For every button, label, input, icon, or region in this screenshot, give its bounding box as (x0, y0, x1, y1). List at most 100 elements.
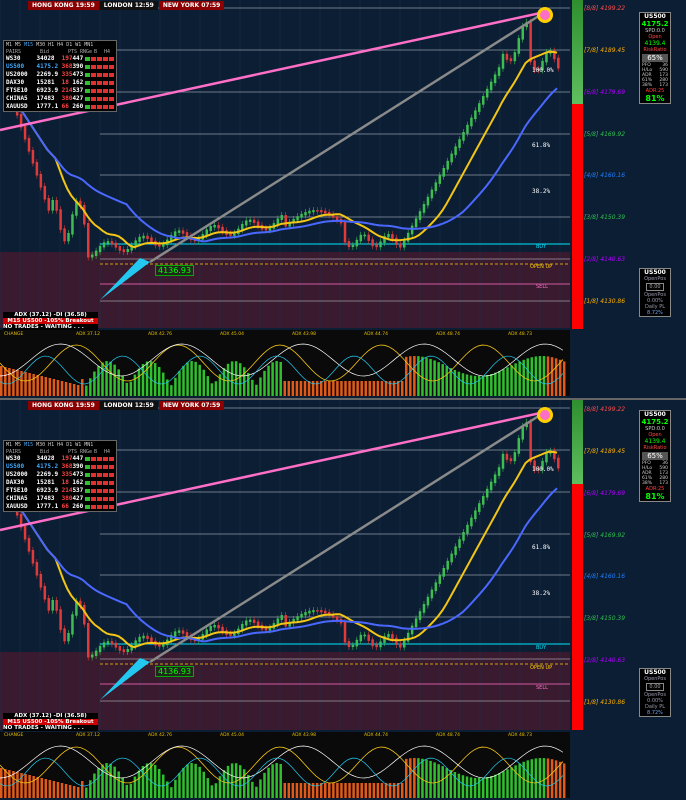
osc-bar (153, 765, 157, 798)
session-new-york-2: NEW YORK 07:59 (158, 401, 225, 410)
trend-bar (85, 89, 90, 93)
candle-body (517, 38, 521, 54)
open-up-label-2: OPEN UP (530, 665, 553, 671)
fib-level-2: [3/8] 4150.39 (584, 615, 625, 622)
fib-price: 4179.69 (600, 89, 626, 96)
quote-row[interactable]: XAUUSD 1777.1 66 260 (4, 103, 116, 111)
osc-bar (68, 785, 72, 798)
candle-body (118, 246, 122, 251)
osc-bar (433, 360, 436, 396)
quote-row[interactable]: WS30 34028 197 447 (4, 55, 116, 63)
pos-open-label-2: OpenPos (644, 676, 666, 682)
timeframe-d1-2[interactable]: D1 (66, 442, 72, 448)
osc-bar (230, 763, 234, 798)
trend-bar (97, 65, 102, 69)
candle-body (359, 234, 363, 242)
candle-body (39, 174, 43, 188)
trend-bar (103, 73, 108, 77)
quote-row-2[interactable]: XAUUSD 1777.1 66 260 (4, 503, 116, 511)
osc-bar (307, 783, 311, 798)
timeframe-m1[interactable]: M1 (6, 42, 12, 48)
candle-body (304, 212, 307, 216)
quote-row[interactable]: CHINA5 17483 380 427 (4, 95, 116, 103)
fib-label: [4/8] (584, 573, 601, 580)
timeframe-h1-2[interactable]: H1 (48, 442, 54, 448)
fib-level: [1/8] 4130.86 (584, 298, 625, 305)
osc-bar (554, 358, 558, 396)
candle-body (399, 243, 402, 248)
quote-row-2[interactable]: FTSE10 6923.9 214 537 (4, 487, 116, 495)
candle-body (35, 562, 39, 576)
quote-row-2[interactable]: DAX30 15281 18 162 (4, 479, 116, 487)
candle-body (529, 21, 532, 63)
quote-row-2[interactable]: CHINA5 17483 380 427 (4, 495, 116, 503)
candle-body (434, 182, 438, 192)
retracement-100-2: 100.0% (532, 466, 554, 473)
timeframe-m15[interactable]: M15 (24, 42, 33, 48)
timeframe-row: M1 M5 M15 M30 H1 H4 D1 W1 MN1 (4, 41, 116, 49)
fib-level: [5/8] 4169.92 (584, 131, 625, 138)
timeframe-mn1[interactable]: MN1 (84, 42, 93, 48)
candle-body (126, 249, 129, 253)
trend-bar (91, 57, 96, 61)
osc-bar (303, 783, 307, 798)
timeframe-m5-2[interactable]: M5 (15, 442, 21, 448)
candle-body (391, 634, 394, 640)
timeframe-m30-2[interactable]: M30 (36, 442, 45, 448)
timeframe-d1[interactable]: D1 (66, 42, 72, 48)
quote-row-2[interactable]: US500 4175.2 368 390 (4, 463, 116, 471)
osc-bar (125, 784, 129, 798)
timeframe-w1-2[interactable]: W1 (75, 442, 81, 448)
trend-bar (84, 105, 90, 109)
osc-label: ADX 48.73 (508, 332, 532, 337)
osc-bar (210, 785, 214, 798)
timeframe-h4[interactable]: H4 (57, 42, 63, 48)
quote-row[interactable]: DAX30 15281 18 162 (4, 79, 116, 87)
fib-label: [1/8] (584, 298, 601, 305)
quote-bid: 6923.9 (36, 87, 59, 94)
quote-row[interactable]: FTSE10 6923.9 214 537 (4, 87, 116, 95)
quote-row-2[interactable]: US2000 2269.9 335 473 (4, 471, 116, 479)
candle-body (31, 150, 35, 164)
candle-body (284, 615, 287, 627)
osc-bar (534, 356, 538, 396)
timeframe-m15-2[interactable]: M15 (24, 442, 33, 448)
candle-body (363, 234, 366, 237)
osc-bar (368, 381, 372, 396)
osc-bar (117, 369, 120, 396)
quote-range: 447 (72, 55, 84, 62)
candle-body (264, 227, 268, 231)
candle-body (122, 649, 126, 653)
candle-body (35, 162, 39, 176)
session-bar: HONG KONG 19:59 LONDON 12:59 NEW YORK 07:5… (28, 1, 225, 10)
candle-body (316, 210, 319, 212)
osc-bar (263, 370, 266, 396)
timeframe-mn1-2[interactable]: MN1 (84, 442, 93, 448)
timeframe-h4-2[interactable]: H4 (57, 442, 63, 448)
candle-body (557, 57, 560, 69)
candle-body (320, 210, 323, 213)
candle-body (410, 225, 414, 235)
fib-level: [3/8] 4150.39 (584, 214, 625, 221)
timeframe-h1[interactable]: H1 (48, 42, 54, 48)
quote-bid: 2269.9 (36, 71, 59, 78)
osc-bar (469, 777, 473, 798)
osc-label: CHANGE (4, 332, 24, 337)
trend-bar (108, 481, 114, 485)
quote-row[interactable]: US2000 2269.9 335 473 (4, 71, 116, 79)
timeframe-m5[interactable]: M5 (15, 42, 21, 48)
quote-row[interactable]: US500 4175.2 368 390 (4, 63, 116, 71)
candle-body (375, 644, 378, 648)
quote-symbol-2: CHINA5 (6, 495, 28, 502)
candle-body (367, 234, 370, 241)
osc-bar (81, 781, 84, 798)
timeframe-m30[interactable]: M30 (36, 42, 45, 48)
quote-row-2[interactable]: WS30 34028 197 447 (4, 455, 116, 463)
candle-body (126, 649, 129, 653)
timeframe-m1-2[interactable]: M1 (6, 442, 12, 448)
fib-price: 4189.45 (600, 47, 626, 54)
quote-trend-bars (85, 95, 114, 103)
osc-bar (141, 364, 145, 396)
timeframe-w1[interactable]: W1 (75, 42, 81, 48)
candle-body (142, 235, 145, 239)
